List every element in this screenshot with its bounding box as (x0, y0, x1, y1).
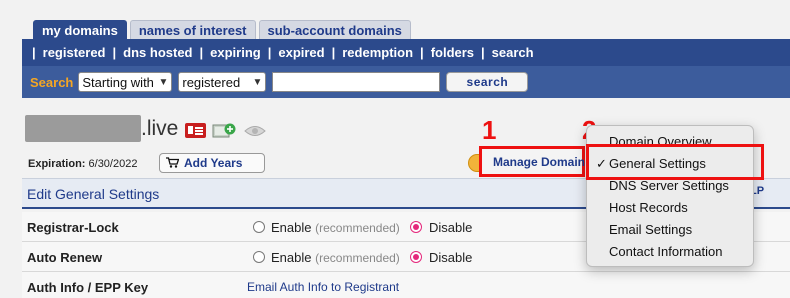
nav-bar: | registered | dns hosted | expiring | e… (22, 39, 790, 66)
expiration: Expiration: 6/30/2022 (28, 158, 137, 170)
auth-info-row: Auth Info / EPP Key Email Auth Info to R… (22, 272, 790, 298)
add-years-label: Add Years (184, 156, 243, 170)
search-scope-value: registered (182, 74, 241, 90)
tab-names-of-interest[interactable]: names of interest (129, 20, 256, 39)
cart-icon (166, 157, 179, 168)
search-bar: Search Starting with ▼ registered ▼ sear… (22, 66, 790, 98)
auto-renew-disable-radio[interactable] (410, 251, 422, 263)
nav-link-expiring[interactable]: expiring (210, 45, 261, 60)
recommended-note: (recommended) (315, 251, 400, 265)
top-tabs: my domains names of interest sub-account… (33, 20, 411, 39)
nav-separator: | (32, 45, 36, 60)
email-auth-info-link[interactable]: Email Auth Info to Registrant (247, 280, 399, 294)
auto-renew-enable-radio[interactable] (253, 251, 265, 263)
menu-item-email-settings[interactable]: Email Settings (609, 222, 692, 237)
watch-icon[interactable] (244, 124, 266, 138)
menu-item-dns-server-settings[interactable]: DNS Server Settings (609, 178, 729, 193)
registrar-lock-enable-text: Enable (recommended) (271, 220, 400, 235)
nav-link-registered[interactable]: registered (43, 45, 106, 60)
search-scope-select[interactable]: registered ▼ (178, 72, 267, 92)
enable-label: Enable (271, 220, 312, 235)
registrar-lock-disable-radio[interactable] (410, 221, 422, 233)
menu-item-contact-information[interactable]: Contact Information (609, 244, 722, 259)
manage-domain-button[interactable]: Manage Domain (493, 155, 585, 169)
search-input[interactable] (272, 72, 441, 92)
auto-renew-enable-text: Enable (recommended) (271, 250, 400, 265)
menu-item-host-records[interactable]: Host Records (609, 200, 688, 215)
disable-label: Disable (429, 250, 473, 265)
settings-title: Edit General Settings (27, 186, 160, 202)
search-mode-value: Starting with (82, 74, 154, 90)
recommended-note: (recommended) (315, 221, 400, 235)
search-mode-select[interactable]: Starting with ▼ (78, 72, 173, 92)
tab-my-domains[interactable]: my domains (33, 20, 127, 39)
add-years-button[interactable]: Add Years (159, 153, 265, 173)
contact-card-icon[interactable] (185, 123, 206, 138)
search-label: Search (30, 74, 74, 90)
registrar-lock-label: Registrar-Lock (27, 220, 119, 235)
add-to-folder-icon[interactable] (212, 122, 236, 139)
nav-separator: | (112, 45, 117, 60)
nav-separator: | (267, 45, 272, 60)
nav-separator: | (199, 45, 204, 60)
search-button[interactable]: search (446, 72, 529, 92)
expiration-date: 6/30/2022 (88, 158, 138, 170)
nav-link-dns-hosted[interactable]: dns hosted (123, 45, 192, 60)
menu-item-general-settings[interactable]: General Settings (609, 156, 706, 171)
expiration-label: Expiration: (28, 158, 86, 170)
nav-link-folders[interactable]: folders (431, 45, 474, 60)
domain-suffix: .live (141, 117, 179, 140)
redacted-domain-name (25, 115, 141, 142)
nav-link-expired[interactable]: expired (278, 45, 324, 60)
menu-item-domain-overview[interactable]: Domain Overview (609, 134, 712, 149)
checkmark-icon: ✓ (596, 156, 607, 171)
nav-link-search[interactable]: search (492, 45, 534, 60)
nav-separator: | (331, 45, 336, 60)
registrar-lock-enable-radio[interactable] (253, 221, 265, 233)
annotation-step-1: 1 (482, 115, 497, 145)
auto-renew-label: Auto Renew (27, 250, 103, 265)
enable-label: Enable (271, 250, 312, 265)
nav-link-redemption[interactable]: redemption (342, 45, 413, 60)
disable-label: Disable (429, 220, 473, 235)
chevron-down-icon: ▼ (252, 76, 263, 88)
nav-separator: | (481, 45, 485, 60)
auth-info-label: Auth Info / EPP Key (27, 280, 149, 295)
nav-separator: | (420, 45, 424, 60)
tab-sub-account-domains[interactable]: sub-account domains (258, 20, 411, 39)
chevron-down-icon: ▼ (158, 76, 169, 88)
manage-domain-menu: Domain Overview ✓ General Settings DNS S… (586, 125, 754, 267)
